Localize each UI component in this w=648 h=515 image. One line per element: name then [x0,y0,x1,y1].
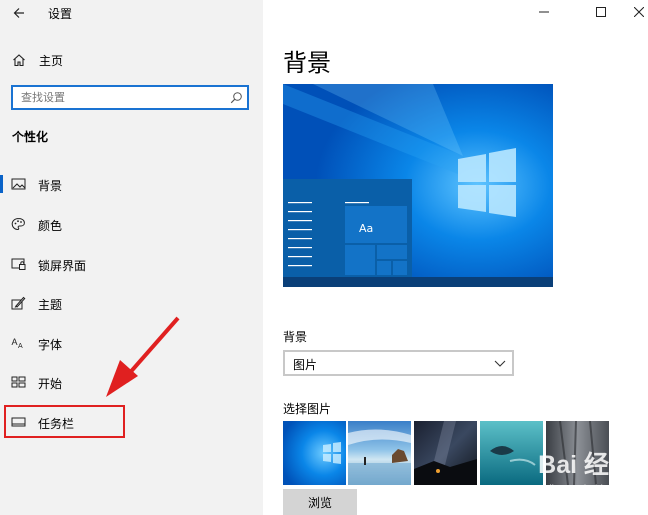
sidebar: 设置 主页 个性化 背景 颜色 锁屏界面 主题 AA 字体 开始 任务栏 [0,0,263,515]
watermark-logo: Bai 经验 [538,451,634,479]
desktop-preview: Aa [283,84,553,287]
font-icon: AA [12,337,24,350]
page-title: 背景 [283,49,331,77]
background-dropdown[interactable]: 图片 [283,350,514,376]
picture-icon [11,178,26,190]
thumbnail-beach-rocks[interactable] [348,421,411,485]
main-content: 背景 Aa 背景 图片 选择图片 浏览 Bai 经验 jingyan.baidu… [263,0,648,515]
home-icon [13,54,25,67]
sidebar-item-start[interactable]: 开始 [0,367,263,397]
search-box[interactable] [11,85,249,110]
sidebar-item-background[interactable]: 背景 [0,169,263,199]
lock-screen-icon [11,258,26,270]
thumbnail-image [414,421,477,485]
close-button[interactable] [628,2,648,22]
chevron-down-icon [494,360,506,367]
svg-text:A: A [12,337,18,347]
minimize-button[interactable] [533,2,555,22]
sidebar-item-label: 开始 [38,377,63,391]
sidebar-item-lock-screen[interactable]: 锁屏界面 [0,249,263,279]
sidebar-item-label: 字体 [38,338,63,352]
search-input[interactable] [13,87,223,108]
sidebar-item-home[interactable]: 主页 [0,46,263,74]
sidebar-item-label: 锁屏界面 [38,259,87,273]
thumbnail-image [480,421,543,485]
thumbnail-night-sky[interactable] [414,421,477,485]
back-button[interactable] [8,2,30,24]
thumbnail-image [348,421,411,485]
sidebar-item-label: 颜色 [38,219,63,233]
watermark-url: jingyan.baidu.com [549,484,630,495]
sidebar-item-label: 背景 [38,179,63,193]
background-label: 背景 [283,330,308,344]
minimize-icon [539,11,549,13]
preview-wallpaper [283,84,553,287]
background-dropdown-value: 图片 [293,358,318,372]
preview-sample-text: Aa [359,222,374,235]
sidebar-item-themes[interactable]: 主题 [0,288,263,318]
close-icon [634,7,644,17]
palette-icon [11,217,25,231]
choose-picture-label: 选择图片 [283,402,332,416]
search-icon[interactable] [230,91,243,104]
maximize-icon [596,7,606,17]
thumbnail-image [283,421,346,485]
section-title: 个性化 [12,130,49,144]
sidebar-item-home-label: 主页 [39,54,64,68]
maximize-button[interactable] [590,2,612,22]
theme-brush-icon [11,296,26,310]
thumbnail-windows-blue[interactable] [283,421,346,485]
browse-button[interactable]: 浏览 [283,489,357,515]
sidebar-item-fonts[interactable]: AA 字体 [0,328,263,358]
annotation-highlight-box [4,405,125,438]
start-tiles-icon [11,376,26,388]
back-arrow-icon [13,8,24,18]
sidebar-item-label: 主题 [38,298,63,312]
thumbnail-underwater[interactable] [480,421,543,485]
window-title: 设置 [48,7,73,21]
sidebar-item-colors[interactable]: 颜色 [0,209,263,239]
svg-text:A: A [18,343,23,350]
